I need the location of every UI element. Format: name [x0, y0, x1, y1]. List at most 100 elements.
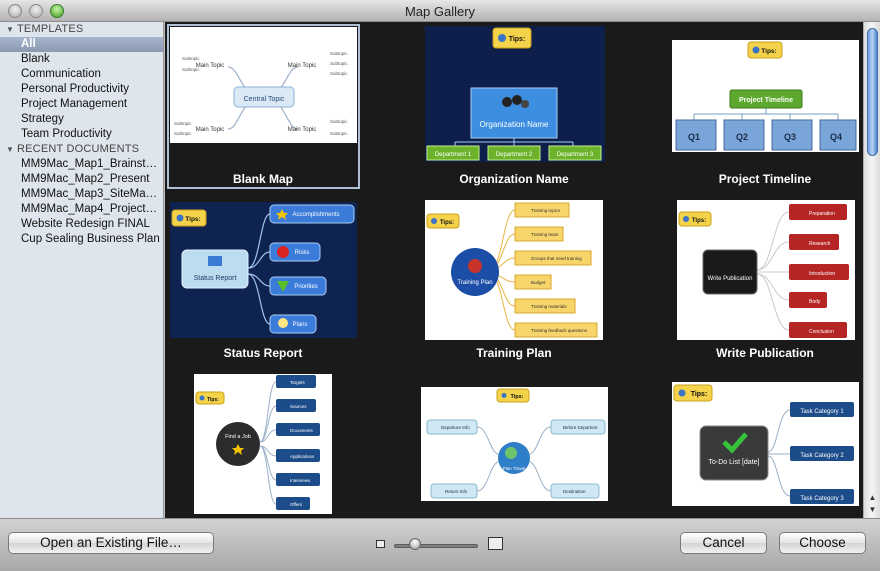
recent-documents-section-header[interactable]: ▼ RECENT DOCUMENTS — [0, 142, 163, 157]
branch-text: Introduction — [809, 271, 835, 277]
main-topic-text: Main Topic — [288, 63, 317, 69]
branch-text: Interviews — [290, 478, 311, 483]
branch-text: Departure Info — [441, 425, 470, 430]
central-topic-text: To-Do List [date] — [709, 459, 760, 466]
main-topic-text: Main Topic — [196, 127, 225, 133]
sidebar-item-all[interactable]: All — [0, 37, 163, 52]
template-label[interactable]: Training Plan — [414, 346, 614, 360]
tips-text: Tips: — [510, 394, 523, 400]
quarter-text: Q1 — [688, 132, 700, 142]
main-topic-text: Main Topic — [196, 63, 225, 69]
timeline-preview: Tips: Project Timeline Q1 Q2 Q3 Q4 — [675, 41, 857, 151]
disclosure-triangle-icon[interactable]: ▼ — [6, 142, 17, 157]
template-thumbnail-plan-travel[interactable]: Tips: Plan Travel Departure Info Before … — [421, 387, 608, 501]
central-topic-text: Plan Travel — [503, 466, 526, 471]
recent-document-item[interactable]: MM9Mac_Map1_Brainst… — [0, 157, 163, 172]
recent-document-item[interactable]: MM9Mac_Map2_Present — [0, 172, 163, 187]
branch-text: Sources — [290, 404, 307, 409]
central-topic-text: Find a Job — [225, 434, 251, 440]
choose-button[interactable]: Choose — [779, 532, 866, 554]
template-thumbnail-status-report[interactable]: Tips: Status Report Accomplishments Risk… — [170, 202, 357, 338]
template-thumbnail-organization-name[interactable]: Tips: Organization Name Department 1 Dep… — [425, 26, 605, 162]
slider-knob[interactable] — [409, 538, 421, 550]
branch-text: Task Category 2 — [800, 453, 844, 459]
central-topic-text: Project Timeline — [739, 97, 793, 104]
sidebar-item-project-management[interactable]: Project Management — [0, 97, 163, 112]
template-gallery: Central Topic Main Topic Main Topic Main… — [165, 22, 863, 518]
template-thumbnail-write-publication[interactable]: Tips: Write Publication Preparation Rese… — [677, 200, 855, 340]
branch-text: Groups that need training — [531, 256, 582, 261]
subtopic-text: Subtopic — [174, 131, 192, 136]
status-report-preview: Tips: Status Report Accomplishments Risk… — [171, 204, 355, 334]
tips-text: Tips: — [761, 48, 776, 55]
branch-text: Conclusion — [809, 329, 834, 335]
gallery-scrollbar[interactable]: ▲ ▼ — [863, 22, 880, 518]
branch-text: Offers — [290, 502, 303, 507]
to-do-list-preview: Tips: To-Do List [date] Task Category 1 … — [673, 384, 854, 504]
branch-text: Risks — [295, 250, 310, 256]
template-thumbnail-find-a-job[interactable]: Tips: Find a Job Targets Sources Documen… — [194, 374, 332, 514]
recent-document-item[interactable]: Cup Sealing Business Plan — [0, 232, 163, 247]
scroll-down-arrow-icon[interactable]: ▼ — [867, 504, 878, 515]
subtopic-text: Subtopic — [330, 119, 348, 124]
sidebar-item-personal-productivity[interactable]: Personal Productivity — [0, 82, 163, 97]
subtopic-text: Subtopic — [182, 67, 200, 72]
tips-text: Tips: — [509, 36, 526, 43]
branch-text: Budget — [531, 280, 546, 285]
scrollbar-thumb[interactable] — [867, 28, 878, 156]
department-text: Department 1 — [435, 152, 472, 158]
template-thumbnail-project-timeline[interactable]: Tips: Project Timeline Q1 Q2 Q3 Q4 — [672, 40, 859, 152]
templates-section-header[interactable]: ▼ TEMPLATES — [0, 22, 163, 37]
plan-travel-preview: Tips: Plan Travel Departure Info Before … — [426, 388, 606, 499]
branch-text: Before Departure — [563, 425, 598, 430]
scroll-up-arrow-icon[interactable]: ▲ — [867, 492, 878, 503]
branch-text: Body — [809, 299, 821, 305]
find-a-job-preview: Tips: Find a Job Targets Sources Documen… — [195, 375, 320, 510]
branch-text: Training team — [531, 232, 559, 237]
template-thumbnail-to-do-list[interactable]: Tips: To-Do List [date] Task Category 1 … — [672, 382, 859, 506]
large-thumbnail-size-icon[interactable] — [488, 537, 503, 550]
central-topic-text: Training Plan — [457, 280, 492, 286]
branch-text: Plans — [292, 322, 307, 328]
subtopic-text: Subtopic — [182, 56, 200, 61]
recent-document-item[interactable]: MM9Mac_Map3_SiteMa… — [0, 187, 163, 202]
department-text: Department 3 — [557, 152, 594, 158]
subtopic-text: Subtopic — [330, 131, 348, 136]
template-thumbnail-training-plan[interactable]: Tips: Training Plan Training topics Trai… — [425, 200, 603, 340]
branch-text: Applications — [290, 454, 315, 459]
sidebar-item-team-productivity[interactable]: Team Productivity — [0, 127, 163, 142]
sidebar-item-communication[interactable]: Communication — [0, 67, 163, 82]
window-title: Map Gallery — [404, 4, 476, 19]
tips-text: Tips: — [207, 397, 219, 403]
quarter-text: Q4 — [830, 132, 842, 142]
tips-text: Tips: — [692, 218, 706, 224]
branch-text: Training feedback questions — [531, 328, 588, 333]
subtopic-text: Subtopic — [330, 71, 348, 76]
branch-text: Research — [809, 241, 831, 247]
template-label[interactable]: Organization Name — [414, 172, 614, 186]
thumbnail-size-slider[interactable] — [394, 544, 478, 548]
branch-text: Preparation — [809, 211, 835, 217]
template-label[interactable]: Blank Map — [165, 172, 363, 186]
template-thumbnail-blank-map[interactable]: Central Topic Main Topic Main Topic Main… — [170, 27, 357, 143]
quarter-text: Q3 — [784, 132, 796, 142]
template-label[interactable]: Write Publication — [665, 346, 863, 360]
recent-document-item[interactable]: Website Redesign FINAL — [0, 217, 163, 232]
small-thumbnail-size-icon[interactable] — [376, 540, 385, 548]
title-bar: Map Gallery — [0, 0, 880, 22]
central-topic-text: Organization Name — [480, 120, 549, 129]
sidebar-item-strategy[interactable]: Strategy — [0, 112, 163, 127]
disclosure-triangle-icon[interactable]: ▼ — [6, 22, 17, 37]
branch-text: Targets — [290, 380, 306, 385]
template-label[interactable]: Project Timeline — [665, 172, 863, 186]
branch-text: Priorities — [294, 284, 317, 290]
recent-document-item[interactable]: MM9Mac_Map4_Project… — [0, 202, 163, 217]
cancel-button[interactable]: Cancel — [680, 532, 767, 554]
template-label[interactable]: Status Report — [165, 346, 363, 360]
department-text: Department 2 — [496, 152, 533, 158]
branch-text: Training topics — [531, 208, 561, 213]
open-existing-file-button[interactable]: Open an Existing File… — [8, 532, 214, 554]
tips-text: Tips: — [185, 216, 200, 223]
sidebar-item-blank[interactable]: Blank — [0, 52, 163, 67]
branch-text: Accomplishments — [292, 212, 339, 218]
